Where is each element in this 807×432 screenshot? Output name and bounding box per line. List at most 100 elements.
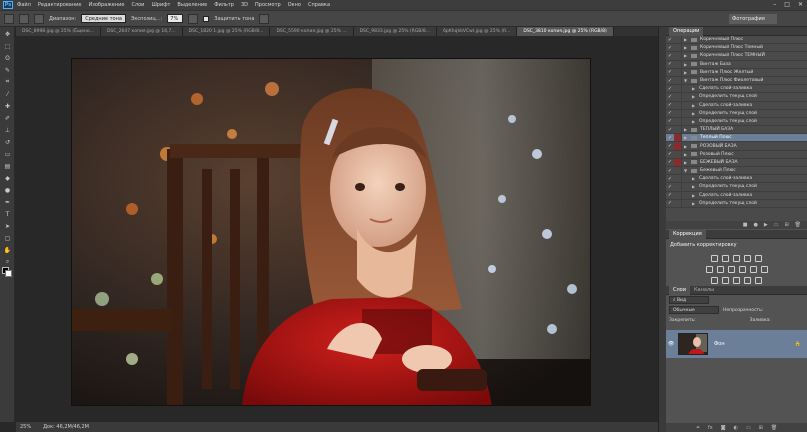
menu-view[interactable]: Просмотр xyxy=(255,2,281,8)
checkmark-icon[interactable]: ✓ xyxy=(666,45,674,51)
layer-name[interactable]: Фон xyxy=(714,341,725,347)
link-icon[interactable]: ⚭ xyxy=(696,425,700,431)
pressure-icon[interactable] xyxy=(259,13,270,24)
color-balance-icon[interactable] xyxy=(716,266,724,273)
checkmark-icon[interactable]: ✓ xyxy=(666,37,674,43)
dialog-toggle[interactable] xyxy=(674,175,682,183)
minimize-button[interactable]: – xyxy=(773,1,776,8)
new-action-icon[interactable]: ⊞ xyxy=(784,222,788,228)
doc-tab[interactable]: DSC_2647 копия.jpg @ 16,7... xyxy=(100,27,183,36)
doc-tab[interactable]: DSC_1820 1.jpg @ 25% (RGB/8... xyxy=(182,27,271,36)
menu-image[interactable]: Изображение xyxy=(88,2,124,8)
quick-select-tool-icon[interactable]: ✎ xyxy=(2,65,13,75)
action-row[interactable]: ✓ ▶ Сделать слой-заливка xyxy=(666,175,807,184)
brush-tool-icon[interactable]: ✐ xyxy=(2,113,13,123)
action-row[interactable]: ✓ ▶ Сделать слой-заливка xyxy=(666,85,807,94)
layer-row-background[interactable]: 👁 Фон 🔒 xyxy=(666,330,807,358)
levels-icon[interactable] xyxy=(722,255,729,262)
chevron-right-icon[interactable]: ▶ xyxy=(692,111,699,116)
dialog-toggle[interactable] xyxy=(674,109,682,117)
gradient-map-icon[interactable] xyxy=(744,277,751,284)
dialog-toggle[interactable] xyxy=(674,77,682,85)
record-icon[interactable]: ● xyxy=(753,222,757,228)
checkmark-icon[interactable]: ✓ xyxy=(666,135,674,141)
mask-icon[interactable]: ◙ xyxy=(721,425,726,431)
maximize-button[interactable]: □ xyxy=(784,1,790,8)
dialog-toggle[interactable] xyxy=(674,199,682,207)
zoom-tool-icon[interactable]: ⌕ xyxy=(2,257,13,267)
hue-saturation-icon[interactable] xyxy=(705,266,713,273)
action-row[interactable]: ✓ ▶ Коричневый Плюс xyxy=(666,36,807,45)
vibrance-icon[interactable] xyxy=(755,255,762,262)
posterize-icon[interactable] xyxy=(722,277,729,284)
checkmark-icon[interactable]: ✓ xyxy=(666,69,674,75)
dialog-toggle[interactable] xyxy=(674,85,682,93)
path-select-tool-icon[interactable]: ➤ xyxy=(2,221,13,231)
checkmark-icon[interactable]: ✓ xyxy=(666,143,674,149)
action-row[interactable]: ✓ ▶ Определить текущ слой xyxy=(666,199,807,208)
stamp-tool-icon[interactable]: ⊥ xyxy=(2,125,13,135)
chevron-right-icon[interactable]: ▶ xyxy=(684,37,691,42)
dialog-toggle[interactable] xyxy=(674,158,682,166)
checkmark-icon[interactable]: ✓ xyxy=(666,192,674,198)
hand-tool-icon[interactable]: ✋ xyxy=(2,245,13,255)
dialog-toggle[interactable] xyxy=(674,183,682,191)
document-photo[interactable] xyxy=(71,58,591,406)
tab-channels[interactable]: Каналы xyxy=(690,286,718,295)
doc-tab[interactable]: DSC_5590 копия.jpg @ 25% ... xyxy=(270,27,354,36)
menu-filter[interactable]: Фильтр xyxy=(214,2,234,8)
checkmark-icon[interactable]: ✓ xyxy=(666,78,674,84)
action-row[interactable]: ✓ ▶ Розовый Плюс xyxy=(666,150,807,159)
color-lookup-icon[interactable] xyxy=(760,266,768,273)
action-row[interactable]: ✓ ▶ Определить текущ слой xyxy=(666,117,807,127)
fx-icon[interactable]: fx xyxy=(708,425,713,431)
close-button[interactable]: ✕ xyxy=(798,1,803,8)
stop-icon[interactable]: ■ xyxy=(743,222,748,228)
action-row[interactable]: ✓ ▶ Определить текущ слой xyxy=(666,183,807,192)
action-row[interactable]: ✓ ▶ ТЕПЛЫЙ БАЗА xyxy=(666,126,807,135)
chevron-right-icon[interactable]: ▶ xyxy=(692,119,699,124)
action-row[interactable]: ✓ ▶ Сделать слой-заливка xyxy=(666,191,807,200)
dialog-toggle[interactable] xyxy=(674,52,682,60)
healing-tool-icon[interactable]: ✚ xyxy=(2,101,13,111)
move-tool-icon[interactable]: ✥ xyxy=(2,29,13,39)
chevron-right-icon[interactable]: ▶ xyxy=(684,53,691,58)
action-row[interactable]: ✓ ▶ Сделать слой-заливка xyxy=(666,101,807,110)
chevron-right-icon[interactable]: ▶ xyxy=(684,45,691,50)
pen-tool-icon[interactable]: ✒ xyxy=(2,197,13,207)
doc-tab[interactable]: DSC_9833.jpg @ 25% (RGB/8... xyxy=(353,27,438,36)
checkmark-icon[interactable]: ✓ xyxy=(666,151,674,157)
menu-type[interactable]: Шрифт xyxy=(151,2,170,8)
menu-file[interactable]: Файл xyxy=(17,2,31,8)
dialog-toggle[interactable] xyxy=(674,36,682,44)
checkmark-icon[interactable]: ✓ xyxy=(666,127,674,133)
shape-tool-icon[interactable]: ▢ xyxy=(2,233,13,243)
action-row[interactable]: ✓ ▶ БЕЖЕВЫЙ БАЗА xyxy=(666,158,807,167)
chevron-down-icon[interactable]: ▼ xyxy=(684,168,691,173)
protect-tones-checkbox[interactable] xyxy=(203,15,210,22)
invert-icon[interactable] xyxy=(711,277,718,284)
workspace-select[interactable]: Фотография xyxy=(729,14,777,24)
dialog-toggle[interactable] xyxy=(674,60,682,68)
play-icon[interactable]: ▶ xyxy=(764,222,768,228)
action-row[interactable]: ✓ ▶ РОЗОВЫЙ БАЗА xyxy=(666,142,807,151)
dialog-toggle[interactable] xyxy=(674,126,682,134)
photo-filter-icon[interactable] xyxy=(738,266,746,273)
range-select[interactable]: Средние тона xyxy=(81,14,126,23)
dialog-toggle[interactable] xyxy=(674,44,682,52)
selective-color-icon[interactable] xyxy=(755,277,762,284)
doc-tab[interactable]: DSC_8998.jpg @ 25% (Ёщено... xyxy=(16,27,101,36)
chevron-right-icon[interactable]: ▶ xyxy=(692,193,699,198)
dialog-toggle[interactable] xyxy=(674,142,682,150)
action-row[interactable]: ✓ ▶ Определить текущ слой xyxy=(666,109,807,118)
dodge-tool-icon[interactable] xyxy=(4,13,14,24)
action-row[interactable]: ✓ ▶ Коричневый Плюс Темный xyxy=(666,44,807,53)
tab-adjustments[interactable]: Коррекция xyxy=(669,229,706,239)
dialog-toggle[interactable] xyxy=(674,191,682,199)
black-white-icon[interactable] xyxy=(727,266,735,273)
channel-mixer-icon[interactable] xyxy=(749,266,757,273)
checkmark-icon[interactable]: ✓ xyxy=(666,102,674,108)
checkmark-icon[interactable]: ✓ xyxy=(666,200,674,206)
chevron-right-icon[interactable]: ▶ xyxy=(692,103,699,108)
checkmark-icon[interactable]: ✓ xyxy=(666,118,674,124)
